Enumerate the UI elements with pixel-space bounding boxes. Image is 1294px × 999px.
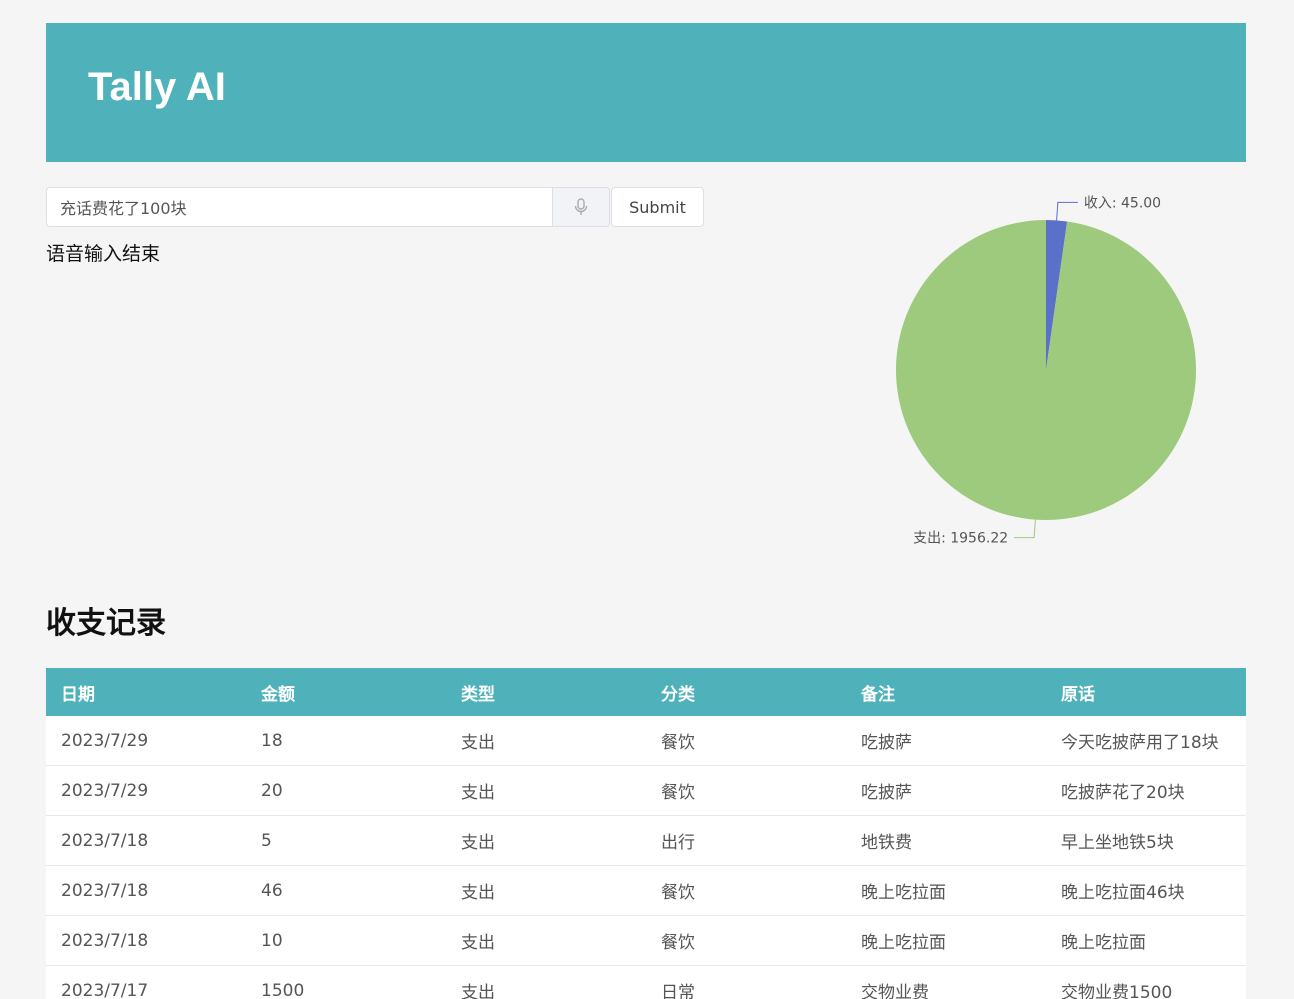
table-cell: 日常 bbox=[646, 965, 846, 999]
table-cell: 交物业费1500 bbox=[1046, 965, 1246, 999]
pie-slice-label: 支出: 1956.22 bbox=[913, 531, 1008, 547]
page: Tally AI Submit 语音输入结束 收入: 45.00 支出: 1956… bbox=[0, 0, 1294, 999]
voice-status-text: 语音输入结束 bbox=[46, 243, 161, 265]
column-header: 类型 bbox=[446, 668, 646, 716]
table-cell: 吃披萨 bbox=[846, 716, 1046, 766]
table-cell: 支出 bbox=[446, 815, 646, 866]
records-table: 日期 金额 类型 分类 备注 原话 2023/7/29 18 支出 餐饮 吃披萨 今天吃披萨用了18… bbox=[46, 668, 1246, 999]
records-section-title: 收支记录 bbox=[46, 606, 166, 641]
table-cell: 支出 bbox=[446, 716, 646, 766]
table-body: 2023/7/29 18 支出 餐饮 吃披萨 今天吃披萨用了18块 2023/7/29 20 支… bbox=[46, 716, 1246, 999]
submit-button[interactable]: Submit bbox=[611, 187, 704, 227]
table-cell: 10 bbox=[246, 915, 446, 966]
table-cell: 早上坐地铁5块 bbox=[1046, 815, 1246, 866]
table-cell: 2023/7/18 bbox=[46, 865, 246, 916]
table-cell: 餐饮 bbox=[646, 865, 846, 916]
column-header: 分类 bbox=[646, 668, 846, 716]
table-cell: 1500 bbox=[246, 965, 446, 999]
table-cell: 晚上吃拉面 bbox=[846, 915, 1046, 966]
table-header-row: 日期 金额 类型 分类 备注 原话 bbox=[46, 668, 1246, 716]
table-cell: 餐饮 bbox=[646, 915, 846, 966]
table-cell: 支出 bbox=[446, 915, 646, 966]
table-row: 2023/7/18 5 支出 出行 地铁费 早上坐地铁5块 bbox=[46, 815, 1246, 866]
table-cell: 地铁费 bbox=[846, 815, 1046, 866]
table-cell: 晚上吃拉面 bbox=[1046, 915, 1246, 966]
table-cell: 2023/7/29 bbox=[46, 716, 246, 766]
pie-leader-line bbox=[1014, 519, 1036, 539]
table-cell: 今天吃披萨用了18块 bbox=[1046, 716, 1246, 766]
table-cell: 吃披萨 bbox=[846, 765, 1046, 816]
table-row: 2023/7/18 10 支出 餐饮 晚上吃拉面 晚上吃拉面 bbox=[46, 915, 1246, 966]
table-cell: 2023/7/17 bbox=[46, 965, 246, 999]
table-row: 2023/7/29 20 支出 餐饮 吃披萨 吃披萨花了20块 bbox=[46, 765, 1246, 816]
column-header: 原话 bbox=[1046, 668, 1246, 716]
entry-text-input[interactable] bbox=[46, 187, 552, 227]
table-cell: 18 bbox=[246, 716, 446, 766]
table-row: 2023/7/18 46 支出 餐饮 晚上吃拉面 晚上吃拉面46块 bbox=[46, 865, 1246, 916]
table-cell: 交物业费 bbox=[846, 965, 1046, 999]
table-cell: 餐饮 bbox=[646, 765, 846, 816]
table-cell: 餐饮 bbox=[646, 716, 846, 766]
table-cell: 2023/7/18 bbox=[46, 915, 246, 966]
pie-slice-label: 收入: 45.00 bbox=[1084, 195, 1161, 211]
microphone-icon bbox=[574, 198, 588, 215]
column-header: 日期 bbox=[46, 668, 246, 716]
table-cell: 5 bbox=[246, 815, 446, 866]
table-row: 2023/7/17 1500 支出 日常 交物业费 交物业费1500 bbox=[46, 965, 1246, 999]
input-group: Submit bbox=[46, 187, 704, 227]
table-cell: 晚上吃拉面46块 bbox=[1046, 865, 1246, 916]
voice-input-button[interactable] bbox=[552, 187, 610, 227]
table-cell: 20 bbox=[246, 765, 446, 816]
table-cell: 2023/7/29 bbox=[46, 765, 246, 816]
table-cell: 支出 bbox=[446, 765, 646, 816]
table-cell: 吃披萨花了20块 bbox=[1046, 765, 1246, 816]
column-header: 备注 bbox=[846, 668, 1046, 716]
table-cell: 支出 bbox=[446, 965, 646, 999]
table-row: 2023/7/29 18 支出 餐饮 吃披萨 今天吃披萨用了18块 bbox=[46, 716, 1246, 766]
table-cell: 晚上吃拉面 bbox=[846, 865, 1046, 916]
table-cell: 出行 bbox=[646, 815, 846, 866]
pie-slice bbox=[895, 220, 1196, 520]
income-expense-pie-chart: 收入: 45.00 支出: 1956.22 bbox=[895, 195, 1196, 547]
column-header: 金额 bbox=[246, 668, 446, 716]
table-cell: 2023/7/18 bbox=[46, 815, 246, 866]
app-title: Tally AI bbox=[88, 65, 226, 109]
table-cell: 支出 bbox=[446, 865, 646, 916]
pie-leader-line bbox=[1056, 201, 1078, 221]
table-cell: 46 bbox=[246, 865, 446, 916]
header-banner: Tally AI bbox=[46, 23, 1246, 162]
